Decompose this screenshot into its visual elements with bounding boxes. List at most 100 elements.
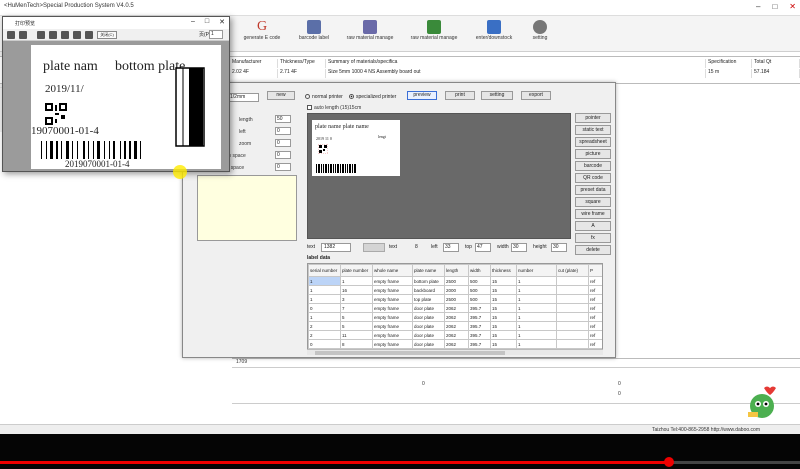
bold-button[interactable] <box>363 243 385 252</box>
barcode-label-button[interactable]: barcode label <box>290 18 338 41</box>
lower-pane: 1709 0 0 0 <box>232 358 800 426</box>
new-button[interactable]: new <box>267 91 295 100</box>
pointer-tool-button[interactable]: pointer <box>575 113 611 123</box>
normal-printer-radio[interactable]: normal printer <box>305 94 343 100</box>
qr-code-icon <box>45 103 67 125</box>
minimize-button[interactable]: – <box>756 2 760 11</box>
picture-tool-button[interactable]: picture <box>575 149 611 159</box>
left-position-input[interactable]: 33 <box>443 243 459 252</box>
template-select[interactable]: 1/2mm <box>227 93 259 102</box>
raw-material-2-icon <box>427 20 441 34</box>
preview-label-page: plate nam bottom plate 2019/11/ 19070001… <box>31 45 221 169</box>
g-letter-icon: G <box>256 19 268 34</box>
col-space-input[interactable]: 0 <box>275 163 291 171</box>
table-row[interactable]: 1 1 empty frame bottom plate 2500 500 15 1 ref <box>308 276 602 286</box>
design-canvas[interactable]: plate name plate name 2019 11 0 lengt <box>307 113 571 239</box>
preview-toolbar: 关闭(C) 页(P) 1 <box>3 29 229 41</box>
zoom-icon[interactable] <box>19 31 27 39</box>
preview-close-button[interactable]: ✕ <box>219 18 225 26</box>
three-page-icon[interactable] <box>61 31 69 39</box>
table-header: serial number plate number whole name plat… <box>308 264 602 277</box>
status-bar: Taizhou Tel:400-865-2958 http://www.dabo… <box>0 424 800 434</box>
raw-material-icon <box>363 20 377 34</box>
raw-material-2-button[interactable]: raw material manage <box>410 18 458 41</box>
print-icon[interactable] <box>7 31 15 39</box>
table-row[interactable]: 2 11 empty frame door plate 2062 395.7 15 1 ref <box>308 330 602 340</box>
mascot-logo <box>748 386 776 418</box>
barcode-label-icon <box>307 20 321 34</box>
two-page-icon[interactable] <box>49 31 57 39</box>
preview-titlebar: 打印预览 – □ ✕ <box>3 17 229 29</box>
barcode-icon <box>316 164 356 173</box>
preset-data-tool-button[interactable]: preset data <box>575 185 611 195</box>
gear-icon <box>533 20 547 34</box>
video-progress[interactable] <box>0 461 800 464</box>
label-data-title: label data <box>307 255 331 261</box>
scrollbar-thumb[interactable] <box>315 351 505 355</box>
square-tool-button[interactable]: square <box>575 197 611 207</box>
preview-maximize-button[interactable]: □ <box>205 18 209 26</box>
window-controls: – □ ✕ <box>756 2 796 11</box>
qr-code-icon <box>318 144 328 154</box>
tool-palette: pointer static text spreadsheet picture … <box>575 113 611 257</box>
enter-stock-icon <box>487 20 501 34</box>
preview-minimize-button[interactable]: – <box>191 18 195 26</box>
table-row[interactable]: 0 7 empty frame door plate 2062 395.7 15 1 ref <box>308 303 602 313</box>
notes-area[interactable] <box>197 175 297 241</box>
static-text-tool-button[interactable]: static text <box>575 125 611 135</box>
table-row[interactable]: 1 5 empty frame door plate 2062 395.7 15 1 ref <box>308 312 602 322</box>
top-position-input[interactable]: 47 <box>475 243 491 252</box>
font-select[interactable]: 1382 <box>321 243 351 252</box>
print-button[interactable]: print <box>445 91 475 100</box>
export-button[interactable]: export <box>521 91 551 100</box>
table-row[interactable]: 2 5 empty frame door plate 2062 395.7 15 1 ref <box>308 321 602 331</box>
formula-tool-button[interactable]: fx <box>575 233 611 243</box>
row-space-input[interactable]: 0 <box>275 151 291 159</box>
table-row[interactable]: 1 16 empty frame backboard 2000 500 15 1 ref <box>308 285 602 295</box>
label-template[interactable]: plate name plate name 2019 11 0 lengt <box>312 120 400 176</box>
font-tool-button[interactable]: A <box>575 221 611 231</box>
auto-length-checkbox[interactable]: auto length (15)15cm <box>307 105 361 111</box>
setting-button[interactable]: setting <box>481 91 513 100</box>
mouse-cursor-highlight <box>173 165 187 179</box>
setting-button[interactable]: setting <box>516 18 564 41</box>
preview-close-text-button[interactable]: 关闭(C) <box>97 31 117 39</box>
close-button[interactable]: ✕ <box>789 2 796 11</box>
label-data-table: serial number plate number whole name plat… <box>307 263 603 355</box>
video-scrubber-knob[interactable] <box>664 457 674 467</box>
barcode-tool-button[interactable]: barcode <box>575 161 611 171</box>
wire-frame-tool-button[interactable]: wire frame <box>575 209 611 219</box>
width-input[interactable]: 30 <box>511 243 527 252</box>
length-input[interactable]: 50 <box>275 115 291 123</box>
four-page-icon[interactable] <box>73 31 81 39</box>
enter-stock-button[interactable]: enter/downstock <box>470 18 518 41</box>
qr-code-tool-button[interactable]: QR code <box>575 173 611 183</box>
video-player-bar <box>0 434 800 469</box>
left-input[interactable]: 0 <box>275 127 291 135</box>
preview-button[interactable]: preview <box>407 91 437 100</box>
raw-material-button[interactable]: raw material manage <box>346 18 394 41</box>
spreadsheet-tool-button[interactable]: spreadsheet <box>575 137 611 147</box>
one-page-icon[interactable] <box>37 31 45 39</box>
table-header: Manufacturer Thickness/Type Summary of m… <box>230 59 800 68</box>
table-row[interactable]: 1 3 empty frame top plate 2500 500 15 1 ref <box>308 294 602 304</box>
page-number-input[interactable]: 1 <box>209 30 223 39</box>
font-size-value[interactable]: 8 <box>415 244 418 250</box>
six-page-icon[interactable] <box>85 31 93 39</box>
table-row[interactable]: 0 8 empty frame door plate 2062 395.7 15 1 ref <box>308 339 602 349</box>
plate-outline-icon <box>175 67 205 147</box>
specialized-printer-radio[interactable]: specialized printer <box>349 94 396 100</box>
height-input[interactable]: 30 <box>551 243 567 252</box>
zoom-input[interactable]: 0 <box>275 139 291 147</box>
generate-code-button[interactable]: G generate E code <box>238 18 286 42</box>
preview-title: 打印预览 <box>15 21 36 27</box>
print-preview-window: 打印预览 – □ ✕ 关闭(C) 页(P) 1 plate nam bottom… <box>2 16 230 179</box>
text-properties-row: text 1382 text 8 left 33 top 47 width 30… <box>307 243 617 253</box>
radio-on-icon <box>349 94 354 99</box>
maximize-button[interactable]: □ <box>772 2 777 11</box>
designer-toolbar: 1/2mm new normal printer specialized pri… <box>183 91 617 105</box>
table-row[interactable]: 2.02 4F 2.71 4F Size 5mm 1000 4 NS Assem… <box>230 69 800 78</box>
contact-info: Taizhou Tel:400-865-2958 http://www.dabo… <box>651 427 760 433</box>
table-horizontal-scrollbar[interactable] <box>307 349 603 355</box>
app-title: <HuMenTech>Special Production System V4.… <box>4 3 134 9</box>
